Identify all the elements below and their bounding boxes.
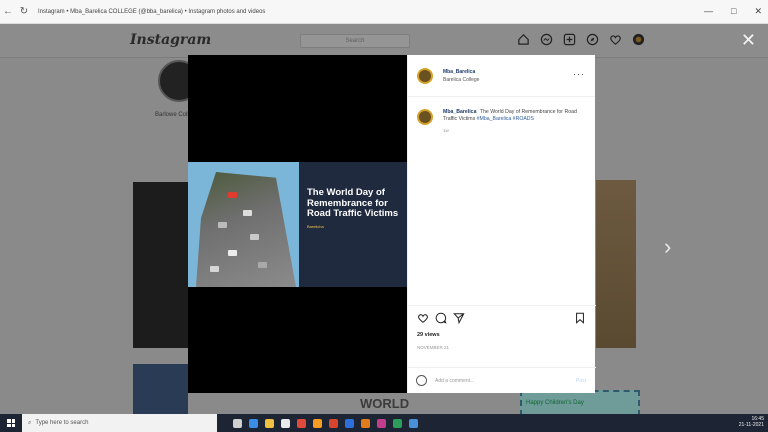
instagram-header: Instagram Search — [0, 24, 768, 58]
windows-taskbar: ⌕ Type here to search 16:45 21-11-2021 — [0, 414, 768, 432]
author-username[interactable]: Mba_Barelica — [443, 69, 479, 75]
windows-logo-icon — [7, 419, 15, 427]
taskbar-search-placeholder: Type here to search — [35, 420, 89, 426]
window-title: Instagram • Mba_Barelica COLLEGE (@bba_b… — [38, 8, 266, 15]
grid-post-banner: Happy Children's Day — [520, 390, 640, 414]
taskbar-apps — [233, 418, 418, 428]
comment-icon[interactable] — [435, 311, 447, 329]
post-caption: Mba_Barelica The World Day of Remembranc… — [408, 97, 595, 135]
word-icon[interactable] — [345, 418, 354, 428]
window-controls: — □ ✕ — [704, 6, 762, 17]
author-location[interactable]: Barelica College — [443, 77, 479, 83]
edge-icon[interactable] — [249, 418, 258, 428]
post-details-panel: Mba_Barelica Barelica College ··· Mba_Ba… — [407, 55, 596, 393]
post-author-header: Mba_Barelica Barelica College ··· — [408, 55, 595, 97]
excel-icon[interactable] — [393, 418, 402, 428]
add-comment-input[interactable]: Add a comment... — [435, 378, 474, 384]
mail-icon[interactable] — [281, 418, 290, 428]
post-date: NOVEMBER 21 — [417, 345, 450, 350]
caption-author-avatar[interactable] — [417, 109, 433, 125]
explore-icon[interactable] — [585, 32, 600, 47]
view-count[interactable]: 29 views — [417, 332, 440, 338]
new-post-icon[interactable] — [562, 32, 577, 47]
header-nav-icons — [516, 32, 646, 47]
caption-age: 1w — [443, 128, 449, 133]
app-icon[interactable] — [313, 418, 322, 428]
grid-post-thumbnail[interactable] — [133, 182, 188, 348]
system-tray-clock[interactable]: 16:45 21-11-2021 — [739, 416, 764, 428]
task-view-icon[interactable] — [233, 418, 242, 428]
profile-avatar-icon[interactable] — [631, 32, 646, 47]
office-icon[interactable] — [329, 418, 338, 428]
post-image-small-text: Barelicha — [307, 223, 324, 229]
author-avatar[interactable] — [417, 67, 433, 84]
store-icon[interactable] — [409, 418, 418, 428]
search-input[interactable]: Search — [300, 34, 410, 48]
reload-icon[interactable]: ↻ — [16, 6, 32, 17]
chrome-icon[interactable] — [297, 418, 306, 428]
back-arrow-icon[interactable]: ← — [0, 6, 16, 17]
close-modal-button[interactable]: ✕ — [741, 30, 756, 51]
powerpoint-icon[interactable] — [361, 418, 370, 428]
post-media: The World Day of Remembrance for Road Tr… — [188, 55, 407, 393]
post-image-caption-panel: The World Day of Remembrance for Road Tr… — [299, 162, 407, 287]
share-icon[interactable] — [453, 311, 465, 329]
post-comment-button[interactable]: Post — [576, 378, 586, 384]
grid-post-thumbnail[interactable] — [133, 364, 188, 414]
post-actions — [408, 305, 596, 327]
grid-post-thumbnail[interactable] — [596, 180, 636, 348]
instagram-logo[interactable]: Instagram — [130, 32, 211, 48]
grid-post-text: WORLD — [360, 396, 410, 411]
more-options-icon[interactable]: ··· — [573, 69, 585, 79]
file-explorer-icon[interactable] — [265, 418, 274, 428]
save-bookmark-icon[interactable] — [574, 311, 586, 329]
post-image-headline: The World Day of Remembrance for Road Tr… — [307, 187, 399, 219]
caption-hashtags[interactable]: #Mba_Barelica #ROADS — [477, 116, 534, 122]
messenger-icon[interactable] — [539, 32, 554, 47]
taskbar-search-input[interactable]: ⌕ Type here to search — [22, 414, 217, 432]
next-post-arrow[interactable]: › — [664, 234, 671, 260]
clock-date: 21-11-2021 — [738, 422, 764, 428]
close-window-button[interactable]: ✕ — [754, 6, 762, 17]
minimize-button[interactable]: — — [704, 6, 713, 17]
app-icon[interactable] — [377, 418, 386, 428]
search-icon: ⌕ — [28, 419, 32, 426]
like-heart-icon[interactable] — [417, 311, 429, 329]
home-icon[interactable] — [516, 32, 531, 47]
start-button[interactable] — [0, 414, 22, 432]
caption-username[interactable]: Mba_Barelica — [443, 109, 476, 115]
traffic-photo — [188, 162, 299, 287]
browser-title-bar: ← ↻ Instagram • Mba_Barelica COLLEGE (@b… — [0, 0, 768, 24]
heart-icon[interactable] — [608, 32, 623, 47]
emoji-icon[interactable] — [416, 375, 427, 386]
maximize-button[interactable]: □ — [731, 6, 736, 17]
add-comment-row: Add a comment... Post — [408, 367, 596, 393]
post-image[interactable]: The World Day of Remembrance for Road Tr… — [188, 162, 407, 287]
